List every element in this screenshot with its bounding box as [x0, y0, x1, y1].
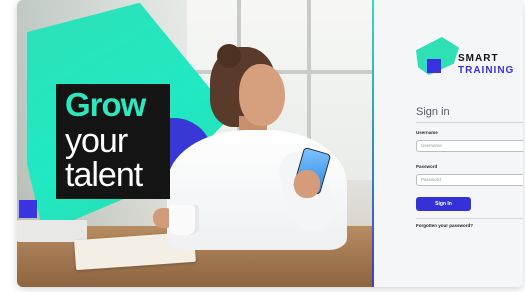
sign-in-title: Sign in [416, 106, 450, 118]
password-label: Password [416, 164, 438, 169]
headline-line-1: Grow [65, 86, 146, 123]
logo-text-smart: SMART [458, 53, 499, 64]
hair-bun [217, 44, 241, 68]
logo-indigo-square [427, 59, 441, 73]
title-divider [416, 122, 523, 123]
hand [294, 170, 320, 198]
headline-line-2: your [65, 122, 128, 160]
login-panel: SMART TRAINING Sign in Username Username… [372, 0, 523, 287]
panel-accent-bar [372, 0, 374, 287]
headline-box: Grow your talent [56, 84, 170, 199]
password-input[interactable]: Password [416, 174, 523, 186]
smart-training-logo: SMART TRAINING [416, 37, 523, 81]
username-label: Username [416, 130, 438, 135]
hero-image: Grow your talent [17, 0, 372, 287]
face [239, 64, 285, 126]
username-input[interactable]: Username [416, 140, 523, 152]
form-divider [416, 218, 523, 219]
coffee-cup [169, 205, 199, 235]
laptop [17, 220, 87, 242]
logo-text-training: TRAINING [458, 65, 515, 76]
headline-line-3: talent [65, 156, 143, 194]
forgot-password-link[interactable]: Forgotten your password? [416, 223, 473, 228]
indigo-square-decoration [19, 200, 37, 218]
app-window: Grow your talent SMART TRAINING Sign in … [17, 0, 523, 287]
sign-in-button[interactable]: Sign In [416, 197, 471, 211]
